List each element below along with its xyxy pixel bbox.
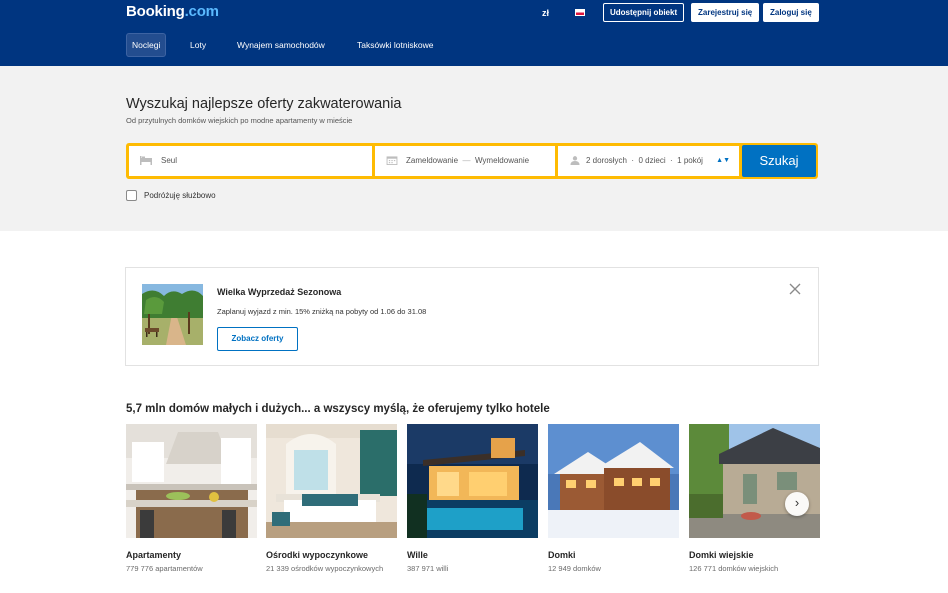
chevron-updown-icon: ▲▼ [716, 157, 730, 164]
property-type-card-resorts[interactable]: Ośrodki wypoczynkowe 21 339 ośrodków wyp… [266, 424, 397, 575]
page-subtitle: Od przytulnych domków wiejskich po modne… [126, 116, 353, 125]
login-button[interactable]: Zaloguj się [763, 3, 819, 22]
currency-selector[interactable]: zł [542, 8, 549, 18]
property-type-count: 126 771 domków wiejskich [689, 564, 779, 573]
checkout-label: Wymeldowanie [474, 156, 530, 165]
business-travel-label[interactable]: Podróżuję służbowo [144, 191, 216, 200]
resorts-image [266, 424, 397, 538]
promo-title: Wielka Wyprzedaż Sezonowa [217, 287, 342, 297]
destination-value: Seul [161, 156, 178, 165]
property-type-card-chalets[interactable]: Domki 12 949 domków [548, 424, 679, 575]
search-section: Wyszukaj najlepsze oferty zakwaterowania… [0, 66, 948, 231]
carousel-next-button[interactable]: › [785, 492, 809, 516]
guests-value: 2 dorosłych · 0 dzieci · 1 pokój [586, 156, 703, 165]
register-button[interactable]: Zarejestruj się [691, 3, 760, 22]
date-separator: — [462, 156, 471, 165]
logo-suffix: .com [184, 3, 219, 20]
cottages-image [689, 424, 820, 538]
nav-tab-airport-taxis[interactable]: Taksówki lotniskowe [352, 33, 439, 57]
language-flag-icon[interactable] [575, 9, 585, 16]
property-type-card-apartments[interactable]: Apartamenty 779 776 apartamentów [126, 424, 257, 575]
search-bar: Seul Zameldowanie — Wymeldowanie 2 doros… [126, 143, 818, 179]
see-offers-button[interactable]: Zobacz oferty [217, 327, 298, 351]
calendar-icon [386, 156, 398, 165]
promo-banner: Wielka Wyprzedaż Sezonowa Zaplanuj wyjaz… [125, 267, 819, 366]
nav-tab-flights[interactable]: Loty [185, 33, 211, 57]
apartments-image [126, 424, 257, 538]
destination-input[interactable]: Seul [129, 146, 372, 176]
bed-icon [140, 156, 152, 165]
business-travel-checkbox[interactable] [126, 190, 137, 201]
date-picker[interactable]: Zameldowanie — Wymeldowanie [375, 146, 555, 176]
checkin-label: Zameldowanie [406, 156, 459, 165]
property-type-name: Domki wiejskie [689, 550, 754, 560]
villas-image [407, 424, 538, 538]
chalets-image [548, 424, 679, 538]
property-types-title: 5,7 mln domów małych i dużych... a wszys… [126, 403, 550, 415]
person-icon [570, 156, 580, 165]
booking-logo[interactable]: Booking.com [126, 3, 219, 20]
promo-image [142, 284, 203, 345]
property-type-count: 387 971 willi [407, 564, 449, 573]
list-property-button[interactable]: Udostępnij obiekt [603, 3, 685, 22]
page-title: Wyszukaj najlepsze oferty zakwaterowania [126, 96, 402, 112]
top-header: Booking.com zł Udostępnij obiekt Zarejes… [0, 0, 948, 66]
dates-text: Zameldowanie — Wymeldowanie [406, 146, 529, 176]
nav-tab-car-rental[interactable]: Wynajem samochodów [232, 33, 330, 57]
property-type-count: 12 949 domków [548, 564, 601, 573]
promo-description: Zaplanuj wyjazd z min. 15% zniżką na pob… [217, 307, 427, 316]
property-type-name: Domki [548, 550, 576, 560]
property-type-count: 779 776 apartamentów [126, 564, 203, 573]
property-type-name: Ośrodki wypoczynkowe [266, 550, 369, 560]
property-type-name: Wille [407, 550, 428, 560]
property-type-card-villas[interactable]: Wille 387 971 willi [407, 424, 538, 575]
logo-text: Booking [126, 3, 185, 20]
chevron-right-icon: › [794, 495, 800, 510]
search-button[interactable]: Szukaj [742, 145, 816, 177]
close-icon[interactable] [789, 283, 801, 295]
property-type-count: 21 339 ośrodków wypoczynkowych [266, 564, 384, 573]
property-type-name: Apartamenty [126, 550, 182, 560]
guests-selector[interactable]: 2 dorosłych · 0 dzieci · 1 pokój ▲▼ [558, 146, 739, 176]
nav-tab-stays[interactable]: Noclegi [126, 33, 167, 57]
